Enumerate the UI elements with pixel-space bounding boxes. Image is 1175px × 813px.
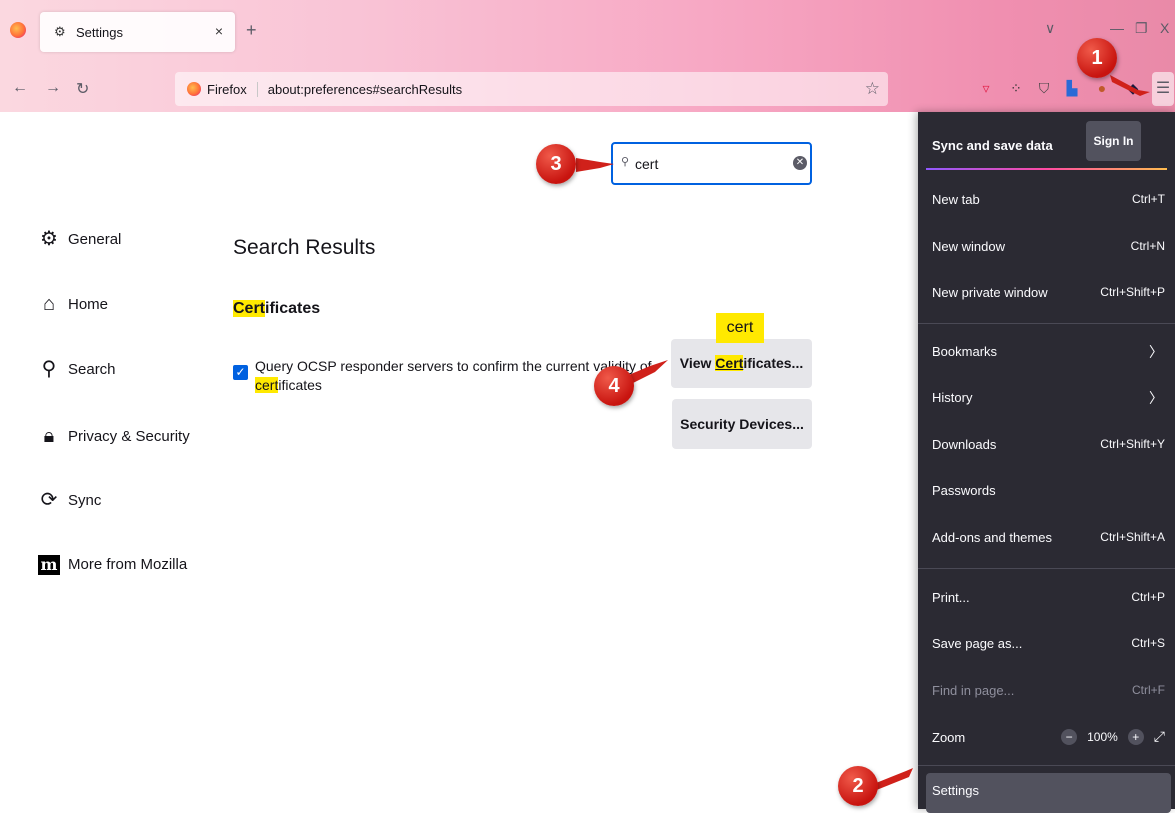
arrow-1 bbox=[1110, 75, 1150, 96]
annotation-badge-1: 1 bbox=[1077, 38, 1117, 78]
annotation-badge-4: 4 bbox=[594, 366, 634, 406]
annotation-badge-3: 3 bbox=[536, 144, 576, 184]
annotation-badge-2: 2 bbox=[838, 766, 878, 806]
arrow-3 bbox=[576, 158, 614, 172]
annotation-arrows bbox=[576, 75, 1150, 791]
